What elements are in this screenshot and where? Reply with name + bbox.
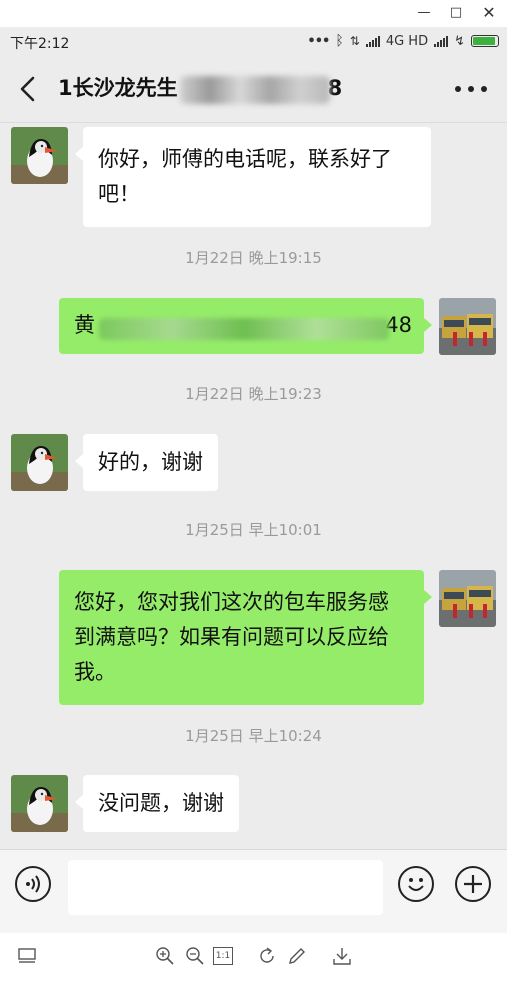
- message-text: 没问题，谢谢: [98, 791, 224, 815]
- redacted-phone-number: [99, 318, 389, 340]
- viewer-toolbar: 1:1: [0, 933, 507, 988]
- more-dots-icon: •••: [307, 33, 330, 49]
- actual-size-label: 1:1: [215, 951, 231, 961]
- chat-title-start: 1长沙龙先生: [58, 76, 178, 100]
- contact-avatar[interactable]: [11, 434, 68, 491]
- bluetooth-icon: ᛒ: [335, 33, 344, 49]
- thumbnail-icon[interactable]: [16, 945, 38, 967]
- edit-icon[interactable]: [286, 945, 308, 967]
- message-text: 您好，您对我们这次的包车服务感到满意吗？如果有问题可以反应给我。: [74, 590, 389, 684]
- charging-icon: ↯: [454, 33, 465, 49]
- message-timestamp: 1月22日 晚上19:23: [185, 385, 322, 403]
- own-avatar[interactable]: [439, 570, 496, 627]
- plus-icon[interactable]: [455, 866, 491, 902]
- minimize-icon[interactable]: —: [410, 2, 438, 24]
- voice-icon[interactable]: [15, 866, 51, 902]
- contact-avatar[interactable]: [11, 775, 68, 832]
- message-bubble-incoming[interactable]: 好的，谢谢: [75, 434, 218, 491]
- message-bubble-incoming[interactable]: 你好，师傅的电话呢，联系好了吧！: [75, 127, 431, 227]
- actual-size-icon[interactable]: 1:1: [213, 947, 233, 965]
- message-bubble-outgoing[interactable]: 黄 48: [59, 298, 432, 354]
- close-icon[interactable]: ✕: [475, 2, 503, 24]
- battery-icon: [471, 35, 499, 47]
- maximize-icon[interactable]: □: [442, 2, 470, 24]
- emoji-icon[interactable]: [398, 866, 434, 902]
- status-time: 下午2:12: [10, 36, 70, 52]
- rotate-icon[interactable]: [256, 945, 278, 967]
- window-titlebar: — □ ✕: [0, 0, 507, 27]
- status-bar: 下午2:12 ••• ᛒ ⇅ 4G HD ↯: [0, 27, 507, 56]
- own-avatar[interactable]: [439, 298, 496, 355]
- phone-screen: 下午2:12 ••• ᛒ ⇅ 4G HD ↯ 1长沙龙先生 8 你好，师傅的电话呢…: [0, 27, 507, 933]
- input-bar: [0, 849, 507, 933]
- signal-icon-2: [434, 35, 449, 47]
- redacted-title: [180, 76, 330, 104]
- contact-avatar[interactable]: [11, 127, 68, 184]
- zoom-out-icon[interactable]: [184, 945, 206, 967]
- message-text-end: 48: [385, 313, 412, 337]
- message-bubble-incoming[interactable]: 没问题，谢谢: [75, 775, 239, 832]
- signal-icon: [365, 35, 380, 47]
- message-text: 你好，师傅的电话呢，联系好了吧！: [98, 147, 392, 206]
- zoom-in-icon[interactable]: [154, 945, 176, 967]
- chat-area[interactable]: 你好，师傅的电话呢，联系好了吧！ 1月22日 晚上19:15 黄 48 1月22…: [0, 123, 507, 858]
- back-arrow-icon[interactable]: [14, 72, 42, 106]
- data-arrows-icon: ⇅: [349, 34, 360, 48]
- chat-header: 1长沙龙先生 8: [0, 56, 507, 123]
- battery-level: [473, 37, 495, 45]
- network-type: 4G HD: [385, 33, 429, 49]
- message-timestamp: 1月25日 早上10:01: [185, 521, 322, 539]
- more-options-icon[interactable]: [455, 86, 487, 94]
- download-icon[interactable]: [331, 945, 353, 967]
- message-text: 好的，谢谢: [98, 450, 203, 474]
- message-timestamp: 1月22日 晚上19:15: [185, 249, 322, 267]
- message-bubble-outgoing[interactable]: 您好，您对我们这次的包车服务感到满意吗？如果有问题可以反应给我。: [59, 570, 432, 705]
- message-timestamp: 1月25日 早上10:24: [185, 727, 322, 745]
- message-text-start: 黄: [74, 313, 95, 337]
- message-input[interactable]: [68, 860, 383, 915]
